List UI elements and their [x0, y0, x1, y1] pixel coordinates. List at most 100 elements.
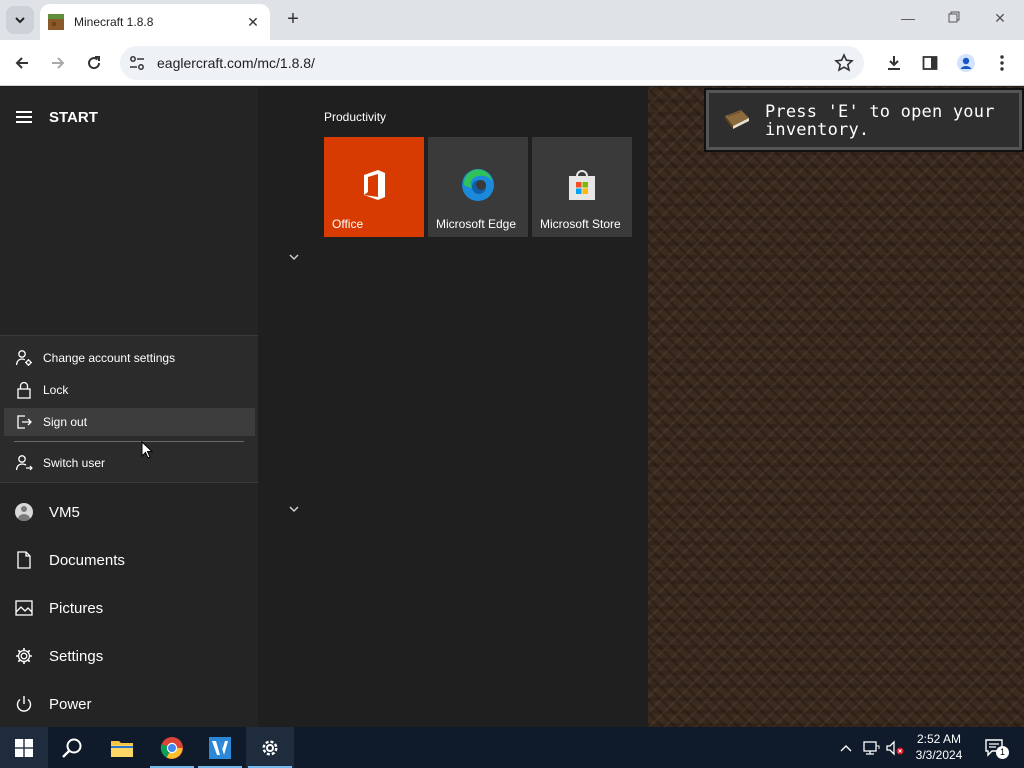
- volume-muted-icon: [886, 739, 904, 756]
- back-button[interactable]: [10, 51, 34, 75]
- new-tab-button[interactable]: +: [281, 8, 305, 32]
- start-menu-sidebar: START Change account settings Lock Sign …: [0, 87, 258, 727]
- switch-user-icon: [4, 454, 43, 472]
- person-gear-icon: [4, 349, 43, 367]
- clock-date: 3/3/2024: [915, 748, 963, 762]
- nav-user-label: VM5: [49, 503, 80, 521]
- sign-out-item[interactable]: Sign out: [4, 408, 255, 436]
- downloads-button[interactable]: [882, 51, 906, 75]
- volume-button[interactable]: [884, 727, 906, 768]
- profile-icon: [957, 54, 975, 72]
- nav-settings-label: Settings: [49, 647, 104, 665]
- sign-out-icon: [4, 414, 43, 430]
- visual-studio-icon: [209, 736, 231, 759]
- nav-power-label: Power: [49, 695, 92, 713]
- side-panel-button[interactable]: [918, 51, 942, 75]
- nav-documents-label: Documents: [49, 551, 125, 569]
- taskbar-visual-studio[interactable]: [196, 727, 244, 768]
- toast-message: Press 'E' to open your inventory.: [765, 103, 995, 139]
- chevron-down-icon: [15, 17, 25, 24]
- file-explorer-icon: [111, 740, 133, 757]
- restore-icon: [948, 11, 960, 23]
- download-icon: [888, 56, 900, 70]
- start-header[interactable]: START: [16, 107, 98, 127]
- arrow-left-icon: [15, 57, 28, 69]
- change-account-settings-label: Change account settings: [43, 351, 176, 365]
- change-account-settings-item[interactable]: Change account settings: [4, 344, 255, 372]
- switch-user-label: Switch user: [43, 456, 106, 470]
- office-icon: [364, 170, 385, 200]
- nav-settings[interactable]: Settings: [0, 634, 258, 678]
- book-icon: [725, 110, 749, 129]
- browser-tab[interactable]: Minecraft 1.8.8 ✕: [40, 4, 270, 40]
- network-button[interactable]: [860, 727, 882, 768]
- browser-toolbar: eaglercraft.com/mc/1.8.8/: [0, 40, 1024, 86]
- tab-title: Minecraft 1.8.8: [74, 15, 154, 29]
- collapse-group-chevron-icon[interactable]: [287, 250, 301, 264]
- nav-user-vm5[interactable]: VM5: [0, 490, 258, 534]
- tab-search-button[interactable]: [6, 6, 34, 34]
- search-icon: [62, 738, 82, 758]
- store-icon: [569, 170, 595, 200]
- taskbar: 2:52 AM 3/3/2024 1: [0, 727, 1024, 768]
- lock-icon: [4, 381, 43, 399]
- minecraft-game-canvas[interactable]: Press 'E' to open your inventory.: [648, 87, 1024, 727]
- hamburger-menu-icon[interactable]: [16, 111, 32, 123]
- show-hidden-icons-button[interactable]: [836, 727, 856, 768]
- side-panel-icon: [922, 56, 938, 70]
- pictures-icon: [0, 586, 48, 630]
- flyout-divider: [14, 441, 244, 442]
- taskbar-settings[interactable]: [246, 727, 294, 768]
- inventory-tutorial-toast: Press 'E' to open your inventory.: [704, 88, 1024, 152]
- minimize-button[interactable]: —: [898, 10, 918, 30]
- nav-pictures-label: Pictures: [49, 599, 104, 617]
- chrome-menu-button[interactable]: [990, 51, 1014, 75]
- toast-line-1: Press 'E' to open your: [765, 102, 995, 122]
- power-icon: [0, 682, 48, 726]
- notification-count-badge: 1: [996, 746, 1009, 759]
- tile-microsoft-store[interactable]: Microsoft Store: [532, 137, 632, 237]
- taskbar-search-button[interactable]: [48, 727, 96, 768]
- lock-item[interactable]: Lock: [4, 376, 255, 404]
- arrow-right-icon: [52, 57, 65, 69]
- edge-icon: [462, 169, 494, 201]
- tile-edge-label: Microsoft Edge: [436, 217, 517, 231]
- start-menu: START Change account settings Lock Sign …: [0, 87, 648, 727]
- lock-label: Lock: [43, 383, 69, 397]
- start-button[interactable]: [0, 727, 48, 768]
- profile-button[interactable]: [954, 51, 978, 75]
- taskbar-file-explorer[interactable]: [98, 727, 146, 768]
- user-avatar-container: [0, 490, 48, 534]
- toast-line-2: inventory.: [765, 120, 870, 140]
- action-center-button[interactable]: 1: [980, 727, 1010, 768]
- url-text: eaglercraft.com/mc/1.8.8/: [157, 55, 315, 71]
- taskbar-chrome[interactable]: [148, 727, 196, 768]
- windows-start-icon: [15, 738, 33, 757]
- reload-button[interactable]: [82, 51, 106, 75]
- nav-documents[interactable]: Documents: [0, 538, 258, 582]
- chrome-icon: [160, 736, 183, 759]
- clock-time: 2:52 AM: [916, 732, 962, 746]
- bookmark-star-icon[interactable]: [834, 53, 854, 73]
- settings-gear-icon: [262, 739, 278, 756]
- account-flyout: Change account settings Lock Sign out Sw: [0, 335, 258, 483]
- tile-group-label: Productivity: [324, 110, 387, 124]
- close-window-button[interactable]: ✕: [990, 10, 1010, 30]
- browser-tabstrip: Minecraft 1.8.8 ✕ + — ✕: [0, 0, 1024, 40]
- tab-close-icon[interactable]: ✕: [244, 14, 262, 31]
- tile-office[interactable]: Office: [324, 137, 424, 237]
- nav-pictures[interactable]: Pictures: [0, 586, 258, 630]
- start-title: START: [49, 108, 98, 126]
- minecraft-favicon-icon: [48, 14, 64, 30]
- nav-power[interactable]: Power: [0, 682, 258, 726]
- taskbar-clock[interactable]: 2:52 AM 3/3/2024: [904, 731, 974, 763]
- tile-microsoft-edge[interactable]: Microsoft Edge: [428, 137, 528, 237]
- address-bar[interactable]: eaglercraft.com/mc/1.8.8/: [120, 46, 864, 80]
- restore-button[interactable]: [944, 10, 964, 30]
- site-settings-icon[interactable]: [128, 54, 146, 72]
- reload-icon: [88, 56, 101, 70]
- forward-button[interactable]: [46, 51, 70, 75]
- sign-out-label: Sign out: [43, 415, 88, 429]
- switch-user-item[interactable]: Switch user: [4, 449, 255, 477]
- expand-group-chevron-icon[interactable]: [287, 502, 301, 516]
